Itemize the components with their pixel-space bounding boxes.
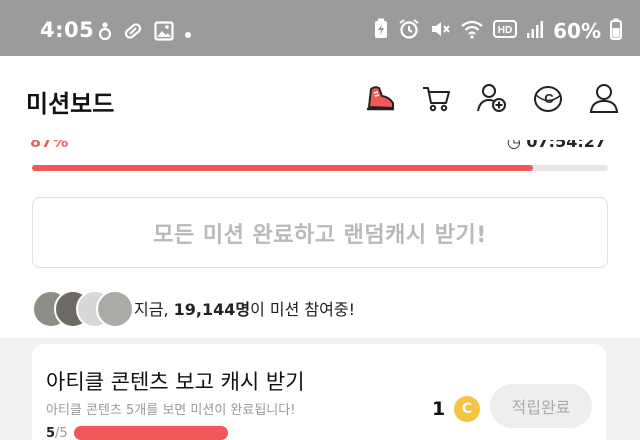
mission-progress-bar [74,426,228,440]
overall-progress-fill [32,165,534,171]
battery-saver-icon [373,18,389,44]
image-icon [154,21,174,45]
pill-icon [122,20,144,46]
mission-list: 아티클 콘텐츠 보고 캐시 받기 아티클 콘텐츠 5개를 보면 미션이 완료됩니… [0,338,640,440]
add-friend-icon[interactable] [474,80,510,116]
dot-icon [184,24,192,43]
battery-icon [610,18,622,44]
hd-icon: HD [493,20,518,42]
status-right-icons: HD 60% [373,18,622,44]
countdown-timer: ◷ 07:54:27 [506,140,606,151]
mission-board-content[interactable]: 87% ◷ 07:54:27 모든 미션 완료하고 랜덤캐시 받기! 지금, 1… [0,140,640,440]
profile-icon[interactable] [586,80,622,116]
mission-title: 아티클 콘텐츠 보고 캐시 받기 [46,370,305,394]
coin-icon: C [454,396,480,422]
avatar [96,290,134,328]
mute-icon [429,18,451,44]
notification-icon [98,21,112,45]
cart-icon[interactable] [418,80,454,116]
status-time: 4:05 [40,18,95,42]
sneaker-icon[interactable] [362,80,398,116]
mission-progress-label: 5/5 [46,426,68,440]
alarm-icon [398,18,420,44]
progress-percent: 87% [30,140,69,151]
participants-text: 지금, 19,144명이 미션 참여중! [134,300,355,319]
status-bar: 4:05 HD 60% [0,0,640,56]
svg-text:HD: HD [498,25,512,36]
battery-percent: 60% [553,19,601,43]
wifi-icon [460,19,484,43]
cash-icon[interactable]: C [530,80,566,116]
svg-text:C: C [544,91,554,106]
signal-icon [526,19,544,43]
mission-description: 아티클 콘텐츠 5개를 보면 미션이 완료됩니다! [46,403,296,418]
page-title: 미션보드 [26,90,115,118]
header-icons: C [362,80,622,116]
participants-banner: 지금, 19,144명이 미션 참여중! [32,288,355,328]
all-missions-reward-button[interactable]: 모든 미션 완료하고 랜덤캐시 받기! [32,197,608,268]
claim-completed-button[interactable]: 적립완료 [490,384,592,428]
mission-card[interactable]: 아티클 콘텐츠 보고 캐시 받기 아티클 콘텐츠 5개를 보면 미션이 완료됩니… [32,344,606,440]
app-header: 미션보드 C [0,56,640,140]
participant-avatars [32,290,134,328]
reward-amount: 1 [432,398,446,420]
status-left-icons [98,20,192,46]
overall-progress-bar [32,165,608,171]
top-progress-info: 87% ◷ 07:54:27 [30,140,610,151]
